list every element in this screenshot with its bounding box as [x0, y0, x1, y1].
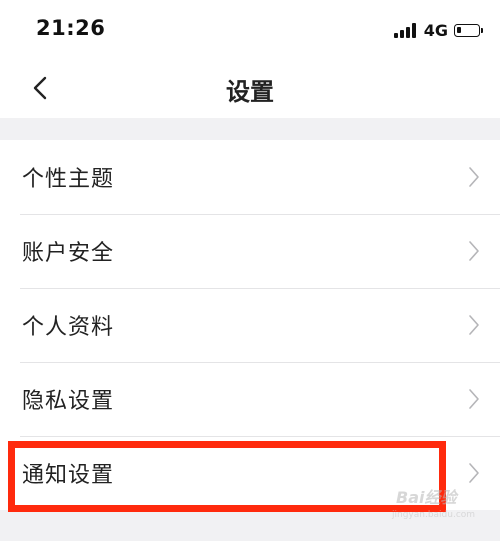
watermark-logo: Bai经验 — [396, 488, 457, 507]
chevron-right-icon — [469, 315, 479, 335]
settings-item-account-security[interactable]: 账户安全 — [0, 214, 500, 288]
settings-item-label: 账户安全 — [22, 241, 115, 266]
section-gap — [0, 118, 500, 140]
network-type: 4G — [423, 20, 448, 40]
battery-icon — [454, 23, 483, 37]
battery-fill — [457, 26, 461, 33]
watermark-url: jingyan.baidu.com — [392, 510, 476, 520]
settings-screen: 21:26 4G 设置 个性主题 账户安全 个人资料 隐私设置 通知设置 Bai… — [0, 0, 500, 541]
status-bar: 21:26 4G — [0, 0, 500, 58]
settings-item-profile[interactable]: 个人资料 — [0, 288, 500, 362]
status-time: 21:26 — [36, 16, 106, 40]
signal-bars-icon — [393, 22, 418, 38]
chevron-right-icon — [469, 389, 479, 409]
highlight-box — [8, 441, 446, 512]
page-title: 设置 — [226, 77, 274, 106]
chevron-right-icon — [469, 241, 479, 261]
settings-item-label: 个人资料 — [22, 315, 115, 340]
status-indicators: 4G — [393, 20, 483, 40]
settings-item-label: 隐私设置 — [22, 389, 115, 414]
watermark: Bai经验 jingyan.baidu.com — [388, 480, 488, 530]
nav-bar: 设置 — [0, 58, 500, 118]
chevron-right-icon — [469, 167, 479, 187]
settings-item-label: 个性主题 — [22, 167, 115, 192]
settings-item-theme[interactable]: 个性主题 — [0, 140, 500, 214]
settings-item-privacy[interactable]: 隐私设置 — [0, 362, 500, 436]
